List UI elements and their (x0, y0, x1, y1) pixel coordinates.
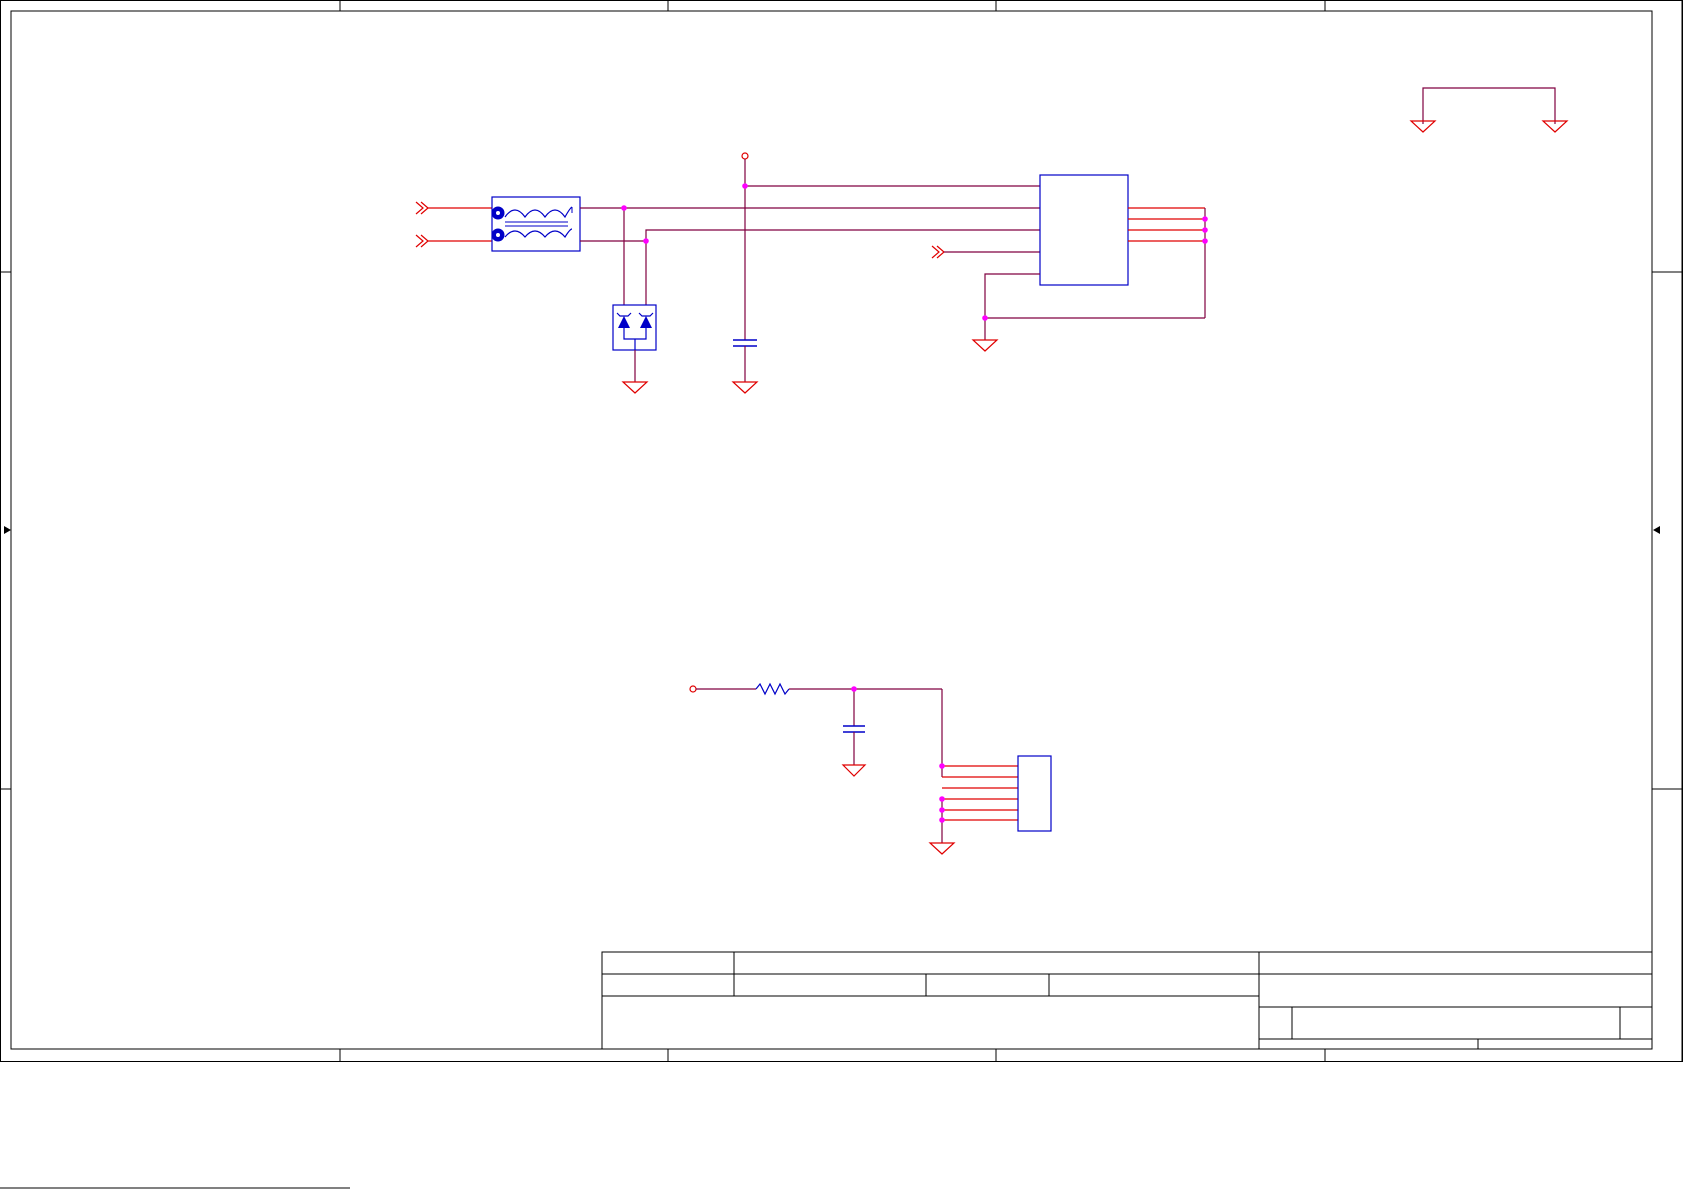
transceiver-ic (971, 174, 1206, 352)
ground-icon (731, 381, 759, 394)
junctions (621, 183, 1208, 823)
series-resistor (755, 682, 790, 696)
ground-icon (971, 339, 999, 352)
double-chevron-icon (415, 201, 429, 215)
junction-dot-icon (1202, 216, 1208, 222)
connector-header (1017, 755, 1052, 832)
double-chevron-icon (415, 234, 429, 248)
offpage-connector-2 (415, 234, 492, 248)
title-block (601, 951, 1653, 1050)
junction-dot-icon (643, 238, 649, 244)
top-right-ground-net (1409, 87, 1569, 133)
junction-dot-icon (939, 807, 945, 813)
junction-dot-icon (939, 817, 945, 823)
ic-box-symbol (1039, 174, 1129, 286)
power-rail-top (731, 152, 759, 394)
open-circle-icon (741, 152, 749, 160)
junction-dot-icon (939, 796, 945, 802)
junction-dot-icon (1202, 227, 1208, 233)
junction-dot-icon (621, 205, 627, 211)
junction-dot-icon (1202, 238, 1208, 244)
ground-icon (621, 381, 649, 394)
filter-capacitor-bottom (843, 725, 865, 733)
capacitor-symbol (843, 725, 865, 733)
ground-icon (928, 842, 956, 855)
decoupling-capacitor-top (733, 339, 757, 347)
connector-symbol (1017, 755, 1052, 832)
tvs-diode-array (612, 304, 657, 394)
double-chevron-icon (931, 245, 945, 259)
bottom-circuit (689, 682, 1052, 855)
open-circle-icon (689, 685, 697, 693)
offpage-connector-1 (415, 201, 492, 215)
schematic-sheet (0, 0, 1683, 1189)
junction-dot-icon (939, 763, 945, 769)
junction-dot-icon (742, 183, 748, 189)
junction-dot-icon (851, 686, 857, 692)
ground-icon (841, 764, 867, 777)
offpage-connector-3 (931, 245, 1040, 259)
common-mode-choke (491, 196, 581, 252)
bus-wires-top (580, 185, 1040, 305)
resistor-symbol (755, 682, 790, 696)
junction-dot-icon (982, 315, 988, 321)
sheet-frame (0, 0, 1683, 1062)
capacitor-symbol (733, 339, 757, 347)
choke-symbol (491, 196, 581, 252)
dual-tvs-diode-symbol (612, 304, 657, 351)
